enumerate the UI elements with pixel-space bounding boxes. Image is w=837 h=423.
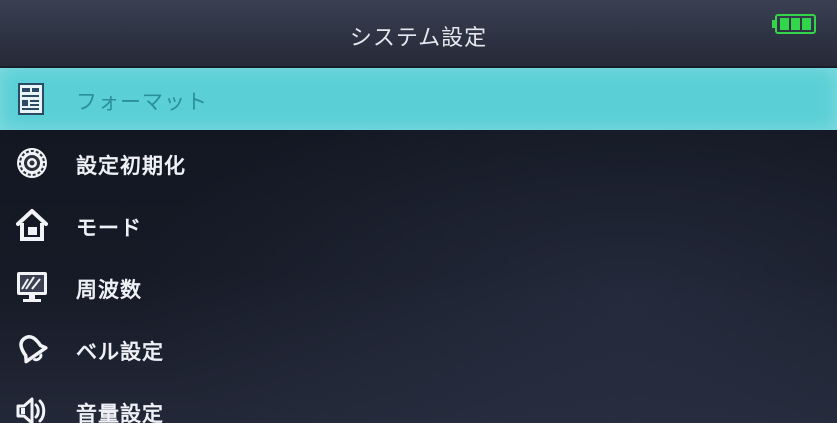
menu-item-reset[interactable]: 設定初期化 <box>0 132 837 194</box>
menu-item-reset-label: 設定初期化 <box>76 154 186 178</box>
menu-item-volume-label: 音量設定 <box>76 402 164 423</box>
battery-full-icon <box>772 14 816 34</box>
menu-item-frequency-label: 周波数 <box>76 278 142 302</box>
menu-item-format-label: フォーマット <box>76 90 208 114</box>
device-screen: システム設定 フォーマット 設定初期化 モード 周波数 ベル設定 音量設定 <box>0 0 837 423</box>
reset-dial-icon <box>17 148 47 178</box>
format-document-icon <box>18 83 44 115</box>
menu-item-frequency[interactable]: 周波数 <box>0 256 837 318</box>
speaker-volume-icon <box>16 397 46 423</box>
screen-title: システム設定 <box>349 26 488 51</box>
menu-item-bell[interactable]: ベル設定 <box>0 318 837 380</box>
menu-item-volume[interactable]: 音量設定 <box>0 380 837 423</box>
menu-item-mode-label: モード <box>76 216 142 240</box>
home-mode-icon <box>16 209 48 241</box>
bell-icon <box>19 334 48 364</box>
title-bar: システム設定 <box>0 0 837 68</box>
menu-item-format[interactable]: フォーマット <box>0 68 837 130</box>
frequency-monitor-icon <box>17 272 47 302</box>
menu-item-mode[interactable]: モード <box>0 194 837 256</box>
menu-item-bell-label: ベル設定 <box>76 340 164 364</box>
